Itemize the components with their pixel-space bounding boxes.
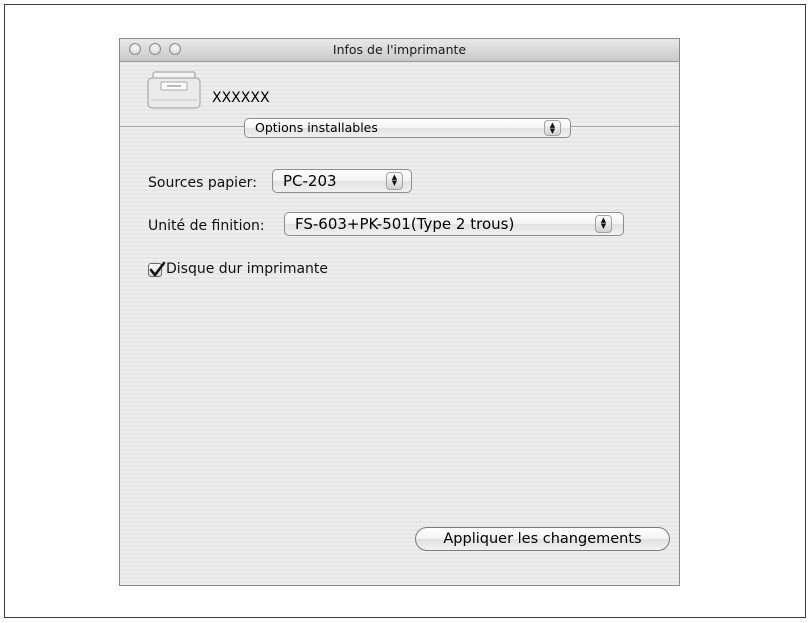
section-popup-label: Options installables [255, 120, 378, 135]
hard-disk-checkbox[interactable] [148, 261, 166, 277]
paper-sources-value: PC-203 [283, 172, 337, 190]
finisher-label: Unité de finition: [148, 218, 265, 234]
checkmark-icon [149, 261, 166, 277]
title-bar[interactable]: Infos de l'imprimante [120, 39, 679, 62]
printer-icon [147, 70, 201, 110]
paper-sources-label: Sources papier: [148, 175, 257, 191]
updown-arrows-icon: ▲ ▼ [386, 172, 403, 190]
hard-disk-label[interactable]: Disque dur imprimante [166, 261, 328, 277]
printer-name: XXXXXX [212, 90, 270, 106]
updown-arrows-icon: ▲ ▼ [544, 120, 561, 136]
apply-changes-button[interactable]: Appliquer les changements [415, 527, 670, 551]
finisher-popup[interactable]: FS-603+PK-501(Type 2 trous) ▲ ▼ [284, 212, 624, 236]
paper-sources-popup[interactable]: PC-203 ▲ ▼ [272, 169, 412, 193]
printer-info-window: Infos de l'imprimante XXXXXX Options ins… [119, 38, 680, 586]
section-popup[interactable]: Options installables ▲ ▼ [244, 118, 571, 138]
finisher-value: FS-603+PK-501(Type 2 trous) [295, 215, 515, 233]
window-title: Infos de l'imprimante [332, 42, 467, 57]
updown-arrows-icon: ▲ ▼ [595, 215, 612, 233]
